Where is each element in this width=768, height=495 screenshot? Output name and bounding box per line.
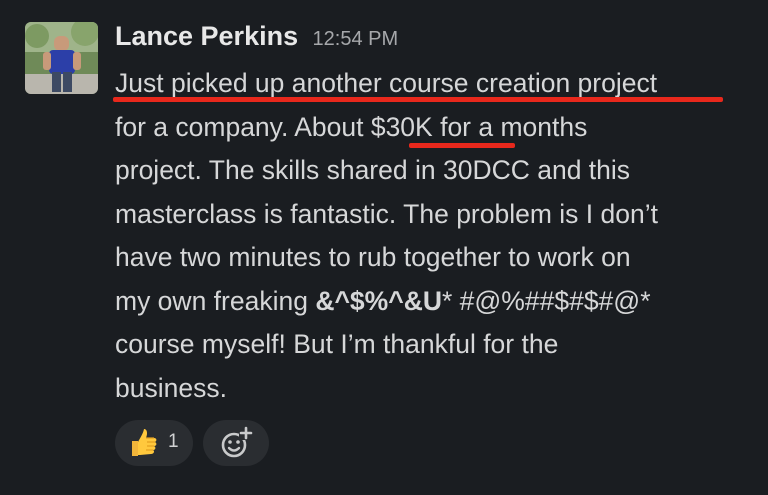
author-name[interactable]: Lance Perkins xyxy=(115,21,298,51)
thumbs-up-reaction[interactable]: 1 xyxy=(115,420,193,466)
add-reaction-button[interactable] xyxy=(203,420,269,466)
highlighted-amount: $30K xyxy=(370,111,433,142)
red-underline-annotation xyxy=(113,97,723,102)
text-segment: * #@%##$#$#@* xyxy=(441,285,651,316)
message-line: project. The skills shared in 30DCC and … xyxy=(115,155,631,185)
message-line: course myself! But I’m thankful for the xyxy=(115,329,559,359)
highlighted-text: Just picked up another course creation p… xyxy=(115,68,658,98)
text-segment: my own freaking xyxy=(115,285,316,316)
message-body: Just picked up another course creation p… xyxy=(115,62,755,410)
reaction-count: 1 xyxy=(168,431,179,452)
avatar[interactable] xyxy=(25,22,98,94)
text-segment: for a months xyxy=(432,111,588,142)
bold-text: &^$%^&U xyxy=(315,285,442,316)
message-line: my own freaking &^$%^&U* #@%##$#$#@* xyxy=(115,280,755,324)
message-line: business. xyxy=(115,372,227,403)
message-line: have two minutes to rub together to work… xyxy=(115,242,631,272)
message-timestamp[interactable]: 12:54 PM xyxy=(313,28,399,50)
message-line: masterclass is fantastic. The problem is… xyxy=(115,198,658,229)
text-segment: for a company. About xyxy=(115,111,371,142)
message-header: Lance Perkins 12:54 PM xyxy=(115,21,398,57)
add-emoji-icon xyxy=(221,426,253,458)
thumbs-up-icon xyxy=(132,429,157,456)
red-underline-annotation xyxy=(409,143,515,148)
avatar-photo xyxy=(25,22,98,94)
